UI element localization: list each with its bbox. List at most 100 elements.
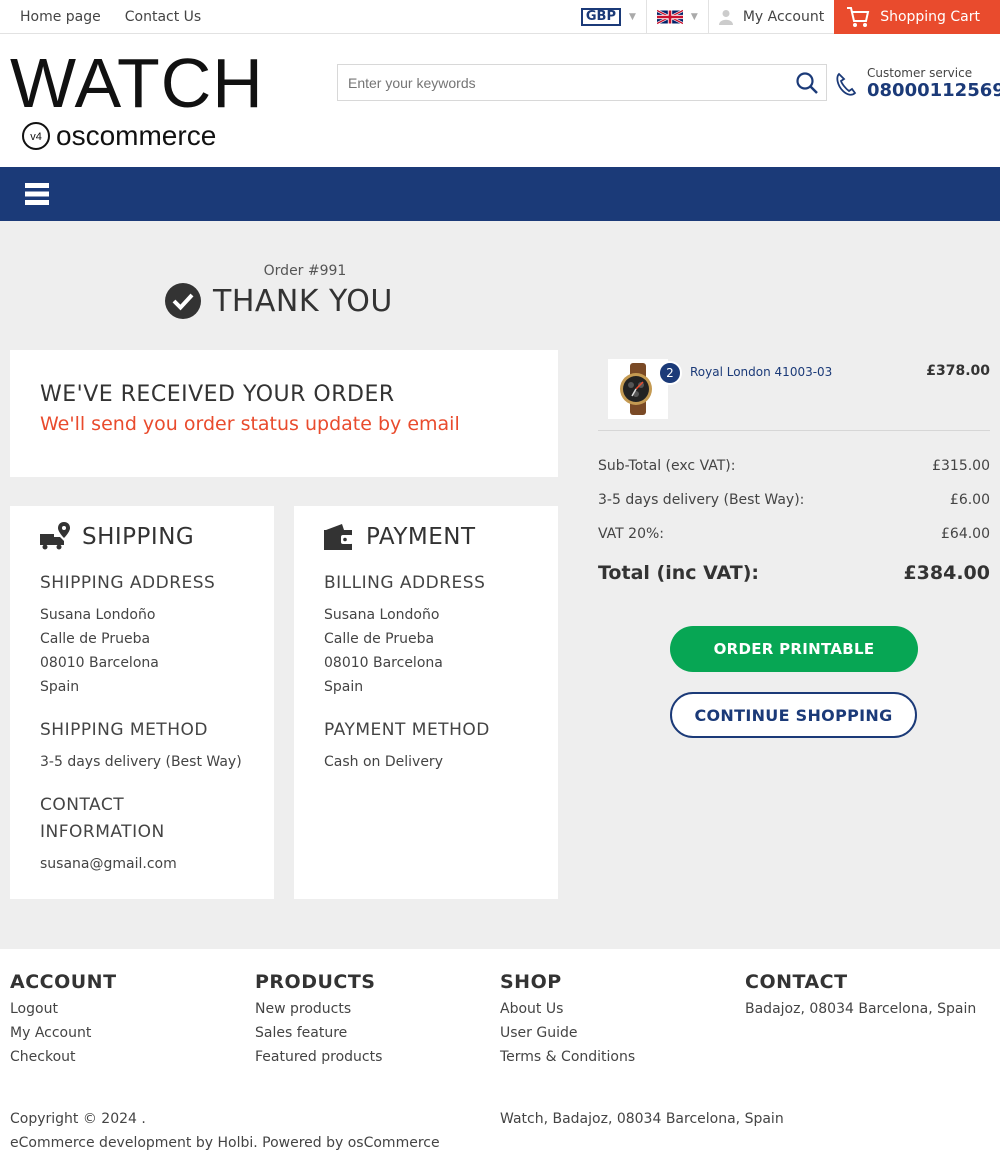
total-value: £384.00 [903,562,990,584]
footer-link-user-guide[interactable]: User Guide [500,1021,635,1045]
total-label: Total (inc VAT): [598,562,760,584]
total-row: Total (inc VAT): £384.00 [598,553,990,593]
product-name-link[interactable]: Royal London 41003-03 [690,365,832,430]
logo[interactable]: WATCH v4 oscommerce [10,48,264,152]
footer: ACCOUNT Logout My Account Checkout PRODU… [0,949,1000,1173]
product-price: £378.00 [926,363,990,379]
row-value: £64.00 [941,526,990,542]
footer-products: PRODUCTS New products Sales feature Feat… [255,971,382,1069]
totals: Sub-Total (exc VAT): £315.00 3-5 days de… [598,449,990,593]
footer-products-title: PRODUCTS [255,971,376,993]
row-label: 3-5 days delivery (Best Way): [598,492,805,508]
user-icon [718,10,733,25]
top-links: Home page Contact Us [0,9,201,25]
footer-link-sales-feature[interactable]: Sales feature [255,1021,382,1045]
home-page-link[interactable]: Home page [20,9,101,25]
shipping-title: SHIPPING [40,522,244,552]
row-label: Sub-Total (exc VAT): [598,458,736,474]
customer-service-phone[interactable]: 08000112569 [867,80,1000,101]
currency-selector[interactable]: GBP ▼ [571,0,646,34]
order-number: Order #991 [263,263,347,279]
customer-service-label: Customer service [867,66,973,80]
chevron-down-icon: ▼ [629,12,636,22]
footer-link-terms[interactable]: Terms & Conditions [500,1045,635,1069]
hamburger-menu-icon[interactable] [25,183,49,205]
order-received-card: WE'VE RECEIVED YOUR ORDER We'll send you… [10,350,558,477]
order-item: 2 Royal London 41003-03 £378.00 [598,359,990,431]
received-title: WE'VE RECEIVED YOUR ORDER [40,382,395,407]
footer-contact-title: CONTACT [745,971,848,993]
main-nav [0,167,1000,221]
cart-icon [847,7,870,27]
order-summary: 2 Royal London 41003-03 £378.00 Sub-Tota… [598,359,990,593]
address-line: Calle de Prueba [40,631,151,647]
row-label: VAT 20%: [598,526,665,542]
footer-shop: SHOP About Us User Guide Terms & Conditi… [500,971,635,1069]
shopping-cart-button[interactable]: Shopping Cart [834,0,1000,34]
footer-shop-title: SHOP [500,971,562,993]
shipping-address-title: SHIPPING ADDRESS [40,573,216,593]
footer-link-about-us[interactable]: About Us [500,997,635,1021]
language-selector[interactable]: ▼ [645,0,708,34]
search-box [337,64,827,101]
address-line: 08010 Barcelona [324,655,443,671]
address-line: Spain [40,679,80,695]
wallet-icon [324,524,353,550]
row-value: £6.00 [949,492,990,508]
footer-link-new-products[interactable]: New products [255,997,382,1021]
delivery-row: 3-5 days delivery (Best Way): £6.00 [598,483,990,517]
shipping-card: SHIPPING SHIPPING ADDRESS Susana Londoño… [10,506,274,899]
payment-card: PAYMENT BILLING ADDRESS Susana Londoño C… [294,506,558,899]
shipping-method-title: SHIPPING METHOD [40,720,208,740]
shipping-title-text: SHIPPING [82,524,195,550]
logo-sub: v4 oscommerce [20,120,264,152]
payment-title: PAYMENT [324,522,528,552]
top-bar: Home page Contact Us GBP ▼ ▼ My Account [0,0,1000,34]
received-subtitle: We'll send you order status update by em… [40,413,460,435]
order-printable-button[interactable]: ORDER PRINTABLE [670,626,918,672]
address-line: Susana Londoño [40,607,156,623]
store-address: Watch, Badajoz, 08034 Barcelona, Spain [500,1111,784,1127]
delivery-truck-icon [40,522,70,550]
uk-flag-icon [656,9,683,25]
continue-shopping-button[interactable]: CONTINUE SHOPPING [670,692,917,738]
contact-email: susana@gmail.com [40,856,177,872]
payment-title-text: PAYMENT [366,524,476,550]
address-line: Susana Londoño [324,607,440,623]
payment-method: Cash on Delivery [324,754,443,770]
shipping-address: Susana Londoño Calle de Prueba 08010 Bar… [40,603,244,699]
billing-address-title: BILLING ADDRESS [324,573,486,593]
top-right: GBP ▼ ▼ My Account Shopping Cart [571,0,1000,34]
search-button[interactable] [788,65,826,100]
order-confirmation: Order #991 THANK YOU WE'VE RECEIVED YOUR… [0,221,1000,949]
payment-method-title: PAYMENT METHOD [324,720,490,740]
oscommerce-logo-icon: v4 [22,122,50,150]
address-line: 08010 Barcelona [40,655,159,671]
search-input[interactable] [338,65,788,100]
shopping-cart-label: Shopping Cart [880,9,980,25]
thank-you-heading: THANK YOU [165,283,393,319]
footer-link-checkout[interactable]: Checkout [10,1045,117,1069]
footer-link-my-account[interactable]: My Account [10,1021,117,1045]
logo-word: WATCH [10,44,264,122]
footer-account: ACCOUNT Logout My Account Checkout [10,971,117,1069]
currency-label: GBP [580,8,621,26]
chevron-down-icon: ▼ [690,12,698,22]
footer-contact: CONTACT Badajoz, 08034 Barcelona, Spain [745,971,976,1021]
my-account-link[interactable]: My Account [707,0,834,34]
powered-by-text[interactable]: eCommerce development by Holbi. Powered … [10,1131,440,1155]
phone-icon [836,72,857,96]
search-icon [796,71,818,94]
footer-account-title: ACCOUNT [10,971,117,993]
address-line: Spain [324,679,364,695]
row-value: £315.00 [932,458,990,474]
contact-information-title: CONTACT INFORMATION [40,795,165,842]
copyright-text: Copyright © 2024 . [10,1111,146,1127]
logo-sub-text: oscommerce [56,120,217,151]
footer-link-logout[interactable]: Logout [10,997,117,1021]
address-line: Calle de Prueba [324,631,435,647]
copyright: Copyright © 2024 . eCommerce development… [10,1107,440,1155]
thank-you-text: THANK YOU [213,283,393,319]
footer-link-featured-products[interactable]: Featured products [255,1045,382,1069]
contact-us-link[interactable]: Contact Us [125,9,201,25]
